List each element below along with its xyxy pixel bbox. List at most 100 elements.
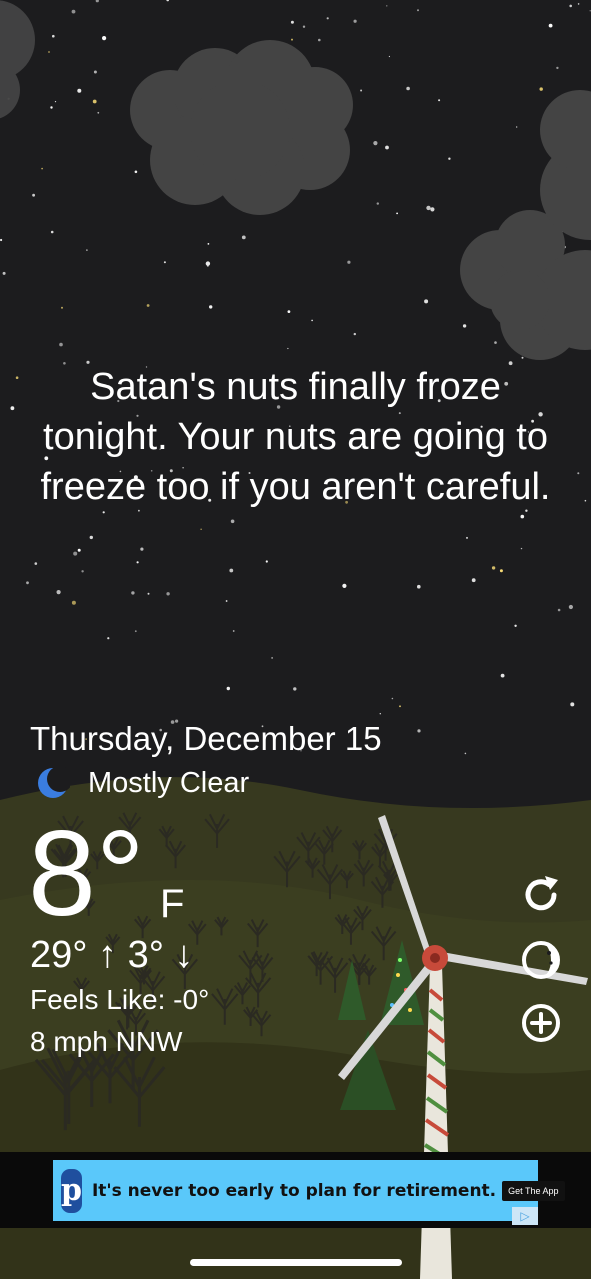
star <box>2 271 6 275</box>
star <box>499 569 503 573</box>
home-indicator[interactable] <box>190 1259 402 1266</box>
ad-banner[interactable]: p It's never too early to plan for retir… <box>53 1160 565 1225</box>
star <box>318 38 321 42</box>
star <box>514 624 517 627</box>
star <box>491 566 496 570</box>
star <box>131 591 135 595</box>
ad-choices-icon[interactable]: ▷ <box>512 1207 538 1225</box>
star <box>287 347 289 350</box>
star <box>466 536 468 539</box>
star <box>391 697 394 700</box>
star <box>226 686 230 691</box>
star <box>347 260 351 264</box>
star <box>73 551 78 556</box>
star <box>520 547 523 550</box>
star <box>353 19 357 23</box>
star <box>97 111 100 114</box>
star <box>539 87 543 91</box>
star <box>205 261 211 266</box>
refresh-button[interactable] <box>518 872 564 918</box>
add-location-button[interactable] <box>518 1000 564 1046</box>
star <box>342 583 347 589</box>
star <box>56 590 61 595</box>
star <box>50 230 54 234</box>
star <box>163 261 166 264</box>
weather-quote: Satan's nuts finally froze tonight. Your… <box>40 366 551 508</box>
star <box>311 319 313 322</box>
star <box>48 51 50 53</box>
star <box>464 752 467 755</box>
star <box>52 34 55 38</box>
star <box>54 101 57 103</box>
star <box>265 560 268 563</box>
moon-phase-button[interactable] <box>518 937 564 983</box>
star <box>417 584 421 589</box>
star <box>293 687 297 691</box>
star <box>570 702 575 707</box>
star <box>326 17 329 20</box>
star <box>376 202 379 205</box>
star <box>166 592 170 596</box>
star <box>230 519 235 524</box>
star <box>302 25 306 28</box>
star <box>287 310 291 313</box>
current-temperature: 8° <box>28 805 145 941</box>
star <box>438 99 441 102</box>
star <box>462 324 467 328</box>
ad-logo: p <box>61 1168 82 1213</box>
star <box>373 141 378 146</box>
star <box>61 306 63 309</box>
star <box>520 514 525 519</box>
refresh-icon <box>525 876 558 911</box>
star <box>471 578 476 583</box>
star <box>500 673 505 678</box>
star <box>200 528 202 530</box>
star <box>89 535 94 540</box>
star <box>77 88 82 93</box>
star <box>568 604 574 610</box>
star <box>426 205 431 211</box>
star <box>241 235 246 240</box>
star <box>50 106 53 109</box>
ad-cta-button[interactable]: Get The App <box>502 1180 565 1201</box>
star <box>577 3 580 5</box>
star <box>417 729 421 733</box>
star <box>569 4 572 8</box>
weather-scene <box>0 0 591 1279</box>
moon-phase-icon <box>522 941 560 979</box>
star <box>385 145 389 150</box>
star <box>26 581 29 585</box>
star <box>134 170 138 174</box>
star <box>396 212 398 215</box>
star <box>494 341 497 344</box>
star <box>353 332 356 336</box>
add-icon <box>522 1004 560 1042</box>
star <box>225 600 228 602</box>
star <box>577 472 580 475</box>
star <box>430 207 435 212</box>
star <box>140 547 144 551</box>
star <box>0 238 3 242</box>
date-label: Thursday, December 15 <box>30 720 382 757</box>
star <box>86 249 88 251</box>
star <box>207 243 210 245</box>
star <box>229 568 234 573</box>
star <box>41 167 43 170</box>
star <box>147 592 150 595</box>
star <box>379 713 381 715</box>
star <box>32 193 35 197</box>
condition-row: Mostly Clear <box>36 766 249 800</box>
star <box>136 561 139 564</box>
star <box>386 5 388 7</box>
star <box>556 66 559 70</box>
star <box>548 23 553 28</box>
star <box>209 305 213 309</box>
star <box>71 9 76 14</box>
star <box>134 630 137 633</box>
star <box>291 38 293 41</box>
star <box>290 20 294 24</box>
star <box>59 342 63 347</box>
star <box>15 376 19 380</box>
high-low-temperature: 29° ↑ 3° ↓ <box>30 934 194 976</box>
star <box>388 55 390 58</box>
